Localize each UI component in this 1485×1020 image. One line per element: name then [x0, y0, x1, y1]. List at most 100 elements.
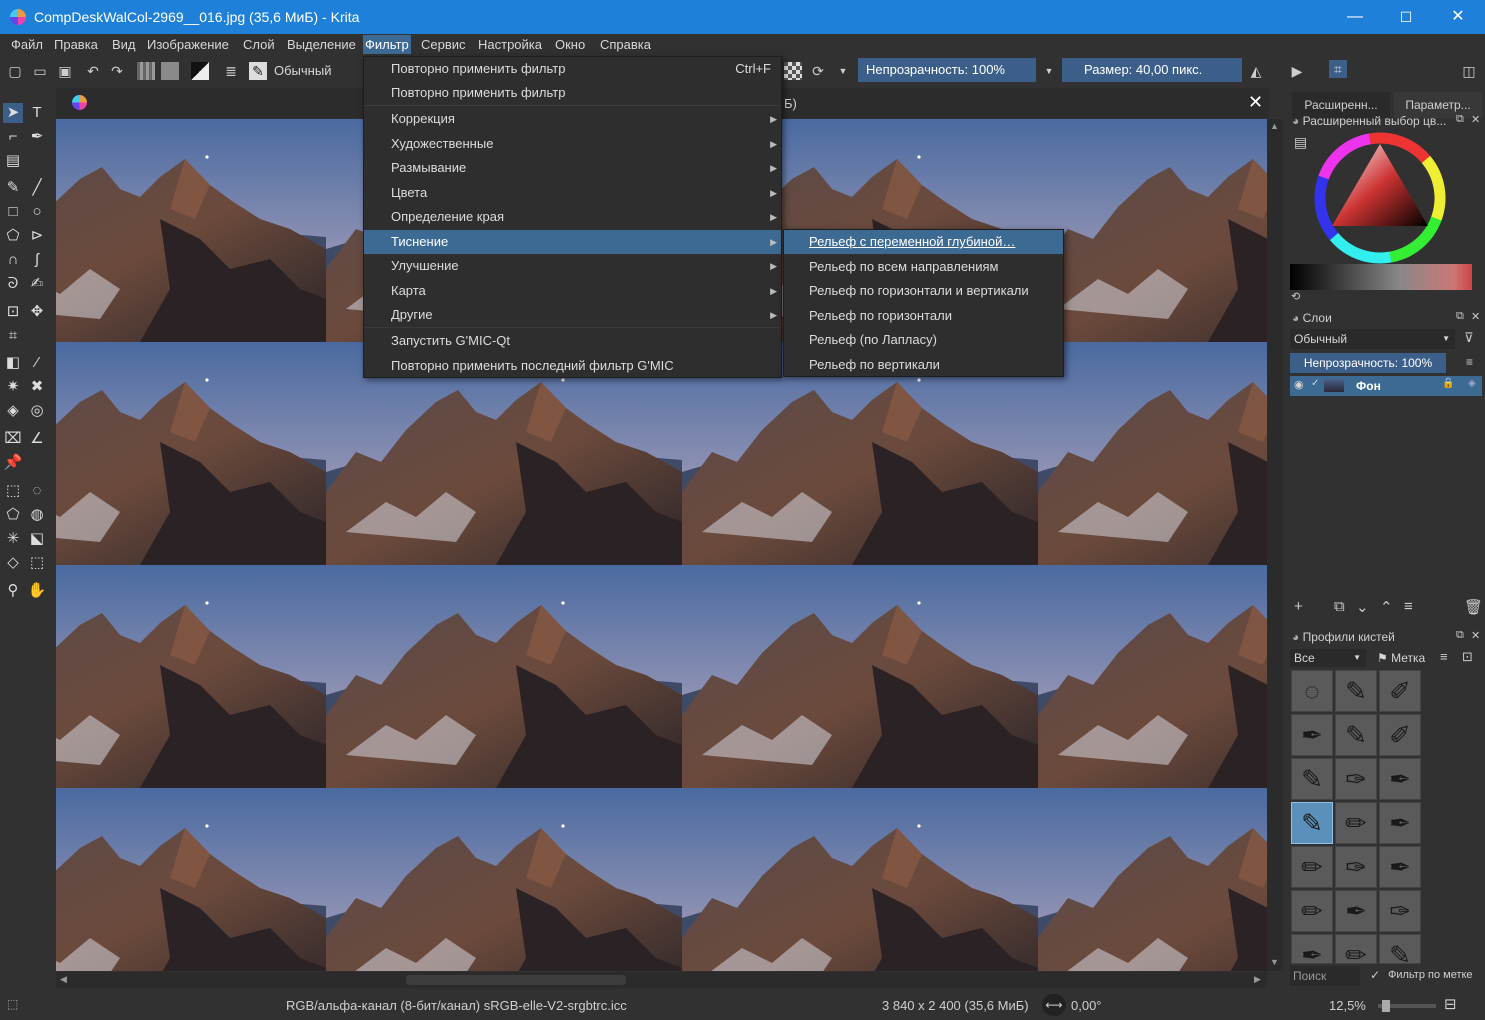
filter-by-tag-label[interactable]: Фильтр по метке — [1388, 969, 1473, 981]
text-tool-icon[interactable]: T — [27, 103, 47, 123]
add-layer-icon[interactable]: + — [1294, 598, 1303, 615]
reload-icon[interactable]: ⟳ — [809, 62, 827, 80]
brush-preset-thumbnail[interactable]: ✒ — [1335, 890, 1377, 932]
polygon-tool-icon[interactable]: ⬠ — [3, 226, 23, 246]
assistant-tool-icon[interactable]: ⌧ — [3, 429, 23, 449]
emboss-submenu-item[interactable]: Рельеф с переменной глубиной… — [784, 230, 1063, 254]
dropdown-arrow-icon[interactable]: ▼ — [834, 62, 852, 80]
float-docker-icon[interactable]: ⧉ — [1456, 629, 1464, 642]
layer-properties-icon[interactable]: ≡ — [1404, 598, 1413, 615]
horizontal-scroll-thumb[interactable] — [406, 975, 626, 985]
horizontal-scrollbar[interactable]: ◀ ▶ — [56, 972, 1267, 988]
brush-preset-thumbnail[interactable]: ✐ — [1379, 670, 1421, 712]
brush-preset-thumbnail[interactable]: ✎ — [1291, 802, 1333, 844]
scroll-left-icon[interactable]: ◀ — [60, 974, 67, 985]
delete-layer-icon[interactable]: 🗑 — [1464, 598, 1483, 616]
emboss-submenu-item[interactable]: Рельеф по горизонтали — [784, 304, 1063, 328]
colorize-mask-tool-icon[interactable]: ✷ — [3, 377, 23, 397]
save-icon[interactable]: ▣ — [56, 62, 74, 80]
new-document-icon[interactable]: ▢ — [6, 62, 24, 80]
menu-filter[interactable]: Фильтр — [363, 35, 411, 54]
menu-select[interactable]: Выделение — [287, 37, 356, 52]
brush-preset-thumbnail[interactable]: ✏ — [1335, 802, 1377, 844]
enclose-fill-tool-icon[interactable]: ◎ — [27, 401, 47, 421]
freehand-path-tool-icon[interactable]: ʃ — [27, 250, 47, 270]
zoom-slider[interactable] — [1378, 1000, 1436, 1012]
freehand-selection-icon[interactable]: ◍ — [27, 505, 47, 525]
polygonal-selection-icon[interactable]: ⬠ — [3, 505, 23, 525]
brush-filter-select[interactable]: Все ▼ — [1290, 649, 1366, 667]
crop-tool-icon[interactable]: ⌗ — [3, 326, 23, 346]
filter-menu-item[interactable]: Повторно применить фильтр Ctrl+F — [364, 57, 781, 81]
contiguous-selection-icon[interactable]: ✳ — [3, 529, 23, 549]
menu-tools[interactable]: Сервис — [421, 37, 466, 52]
menu-settings[interactable]: Настройка — [478, 37, 542, 52]
dynamic-brush-tool-icon[interactable]: ᘐ — [3, 274, 23, 294]
layer-menu-icon[interactable]: ≡ — [1466, 355, 1473, 369]
filter-menu-item[interactable]: Художественные ▶ — [364, 132, 781, 156]
filter-menu-item[interactable]: Другие ▶ — [364, 303, 781, 327]
minimize-button[interactable]: — — [1329, 0, 1381, 34]
measure-tool-icon[interactable]: ∠ — [27, 429, 47, 449]
filter-menu-item[interactable]: Коррекция ▶ — [364, 107, 781, 131]
menu-view[interactable]: Вид — [112, 37, 136, 52]
checkmark-icon[interactable]: ✓ — [1311, 378, 1319, 389]
menu-help[interactable]: Справка — [600, 37, 651, 52]
document-close-icon[interactable]: ✕ — [1248, 92, 1263, 113]
layer-blend-mode-select[interactable]: Обычный ▼ — [1290, 329, 1455, 349]
selection-mode-icon[interactable]: ⬚ — [7, 997, 18, 1011]
line-tool-icon[interactable]: ╱ — [27, 178, 47, 198]
similar-color-selection-icon[interactable]: ⬕ — [27, 529, 47, 549]
emboss-submenu-item[interactable]: Рельеф (по Лапласу) — [784, 328, 1063, 352]
wrap-around-icon[interactable]: ⌗ — [1329, 60, 1347, 78]
vertical-scrollbar[interactable]: ▲ ▼ — [1267, 119, 1283, 971]
menu-edit[interactable]: Правка — [54, 37, 98, 52]
reset-icon[interactable]: ⟲ — [1291, 290, 1300, 303]
brush-preset-thumbnail[interactable]: ✑ — [1335, 846, 1377, 888]
brush-preset-thumbnail[interactable]: ✒ — [1291, 714, 1333, 756]
filter-icon[interactable]: ⊽ — [1464, 330, 1474, 346]
filter-menu-item[interactable]: Карта ▶ — [364, 279, 781, 303]
brush-preset-thumbnail[interactable]: ✑ — [1379, 890, 1421, 932]
magnetic-selection-icon[interactable]: ⬚ — [27, 553, 47, 573]
menu-image[interactable]: Изображение — [147, 37, 229, 52]
filter-menu-item[interactable]: Повторно применить последний фильтр G'MI… — [364, 354, 781, 378]
undo-icon[interactable]: ↶ — [84, 62, 102, 80]
move-layer-down-icon[interactable]: ⌄ — [1356, 598, 1369, 616]
gradient-icon[interactable] — [137, 62, 155, 80]
brush-settings-icon[interactable]: ≣ — [222, 62, 240, 80]
alpha-icon[interactable]: ◈ — [1468, 378, 1476, 389]
zoom-slider-handle[interactable] — [1382, 1000, 1390, 1012]
gradient-fill-tool-icon[interactable]: ▤ — [3, 151, 23, 171]
document-tab-title[interactable]: Б) — [784, 96, 797, 111]
brush-size-slider[interactable]: Размер: 40,00 пикс. — [1062, 58, 1242, 82]
brush-preset-thumbnail[interactable]: ◌ — [1291, 670, 1333, 712]
calligraphy-tool-icon[interactable]: ✒ — [27, 127, 47, 147]
fill-tool-icon[interactable]: ◈ — [3, 401, 23, 421]
brush-preset-thumbnail[interactable]: ✑ — [1335, 758, 1377, 800]
sv-triangle[interactable] — [1332, 144, 1428, 226]
scroll-right-icon[interactable]: ▶ — [1254, 974, 1261, 985]
layer-opacity-slider[interactable]: Непрозрачность: 100% — [1290, 353, 1446, 373]
mirror-vertical-icon[interactable]: ▶ — [1288, 62, 1306, 80]
color-settings-icon[interactable]: ▤ — [1294, 134, 1307, 151]
layer-row[interactable]: ◉ ✓ Фон 🔒 ◈ — [1290, 376, 1482, 396]
brush-search-input[interactable]: Поиск — [1290, 966, 1360, 986]
scroll-up-icon[interactable]: ▲ — [1270, 121, 1279, 131]
filter-menu-item[interactable]: Повторно применить фильтр — [364, 81, 781, 105]
workspace-icon[interactable]: ◫ — [1460, 62, 1478, 80]
brush-preset-thumbnail[interactable]: ✏ — [1291, 846, 1333, 888]
mirror-horizontal-icon[interactable]: ◭ — [1247, 62, 1265, 80]
freehand-brush-tool-icon[interactable]: ✎ — [3, 178, 23, 198]
emboss-submenu-item[interactable]: Рельеф по всем направлениям — [784, 255, 1063, 279]
select-shape-tool-icon[interactable]: ➤ — [3, 103, 23, 123]
bezier-tool-icon[interactable]: ∩ — [3, 250, 23, 270]
rectangle-tool-icon[interactable]: □ — [3, 202, 23, 222]
rotation-icon[interactable]: ⟷ — [1042, 994, 1066, 1016]
brush-preset-thumbnail[interactable]: ✎ — [1379, 934, 1421, 964]
brush-preset-thumbnail[interactable]: ✐ — [1379, 714, 1421, 756]
emboss-submenu-item[interactable]: Рельеф по горизонтали и вертикали — [784, 279, 1063, 303]
brush-preset-thumbnail[interactable]: ✎ — [1291, 758, 1333, 800]
move-layer-up-icon[interactable]: ⌃ — [1380, 598, 1393, 616]
brush-preset-thumbnail[interactable]: ✒ — [1291, 934, 1333, 964]
